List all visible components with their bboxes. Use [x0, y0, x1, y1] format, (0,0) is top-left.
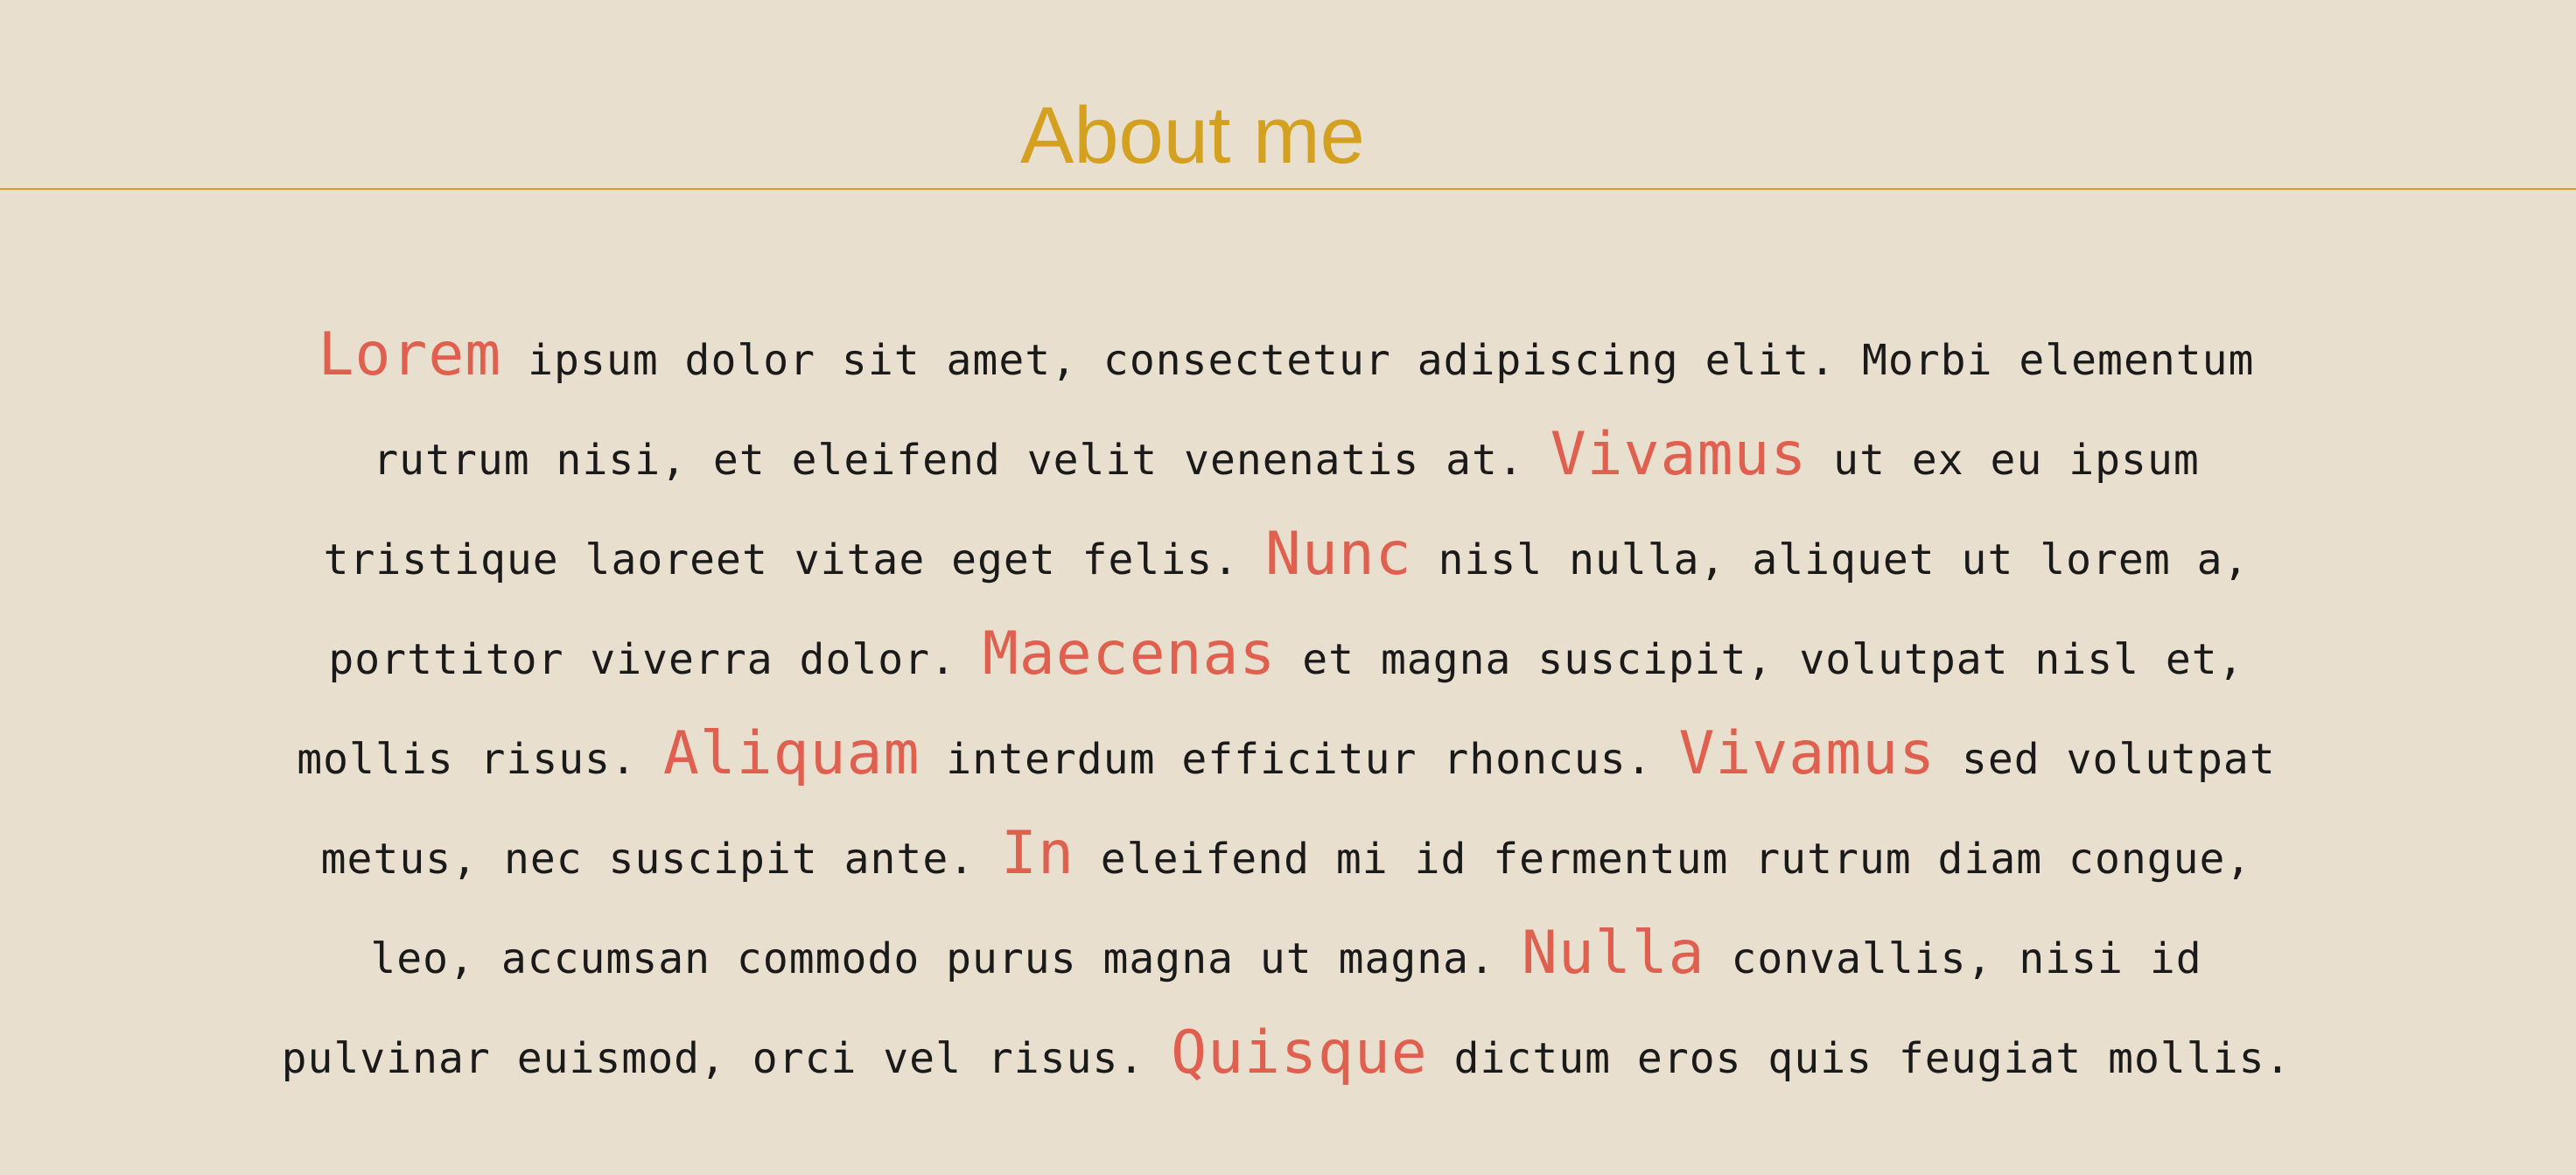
body-text: eleifend mi id fermentum rutrum diam con… [1074, 835, 2252, 884]
page-title: About me [1020, 91, 1365, 180]
body-text: sed volutpat [1936, 735, 2276, 784]
highlight-word: Vivamus [1550, 420, 1808, 489]
body-text: et magna suscipit, volutpat nisl et, [1276, 635, 2244, 684]
body-text: mollis risus. [297, 735, 663, 784]
body-text: dictum eros quis feugiat mollis. [1427, 1034, 2292, 1083]
body-text: porttitor viverra dolor. [328, 635, 983, 684]
body-text: ut ex eu ipsum [1807, 436, 2200, 485]
title-divider [0, 188, 2576, 190]
highlight-word: Nulla [1521, 919, 1705, 988]
body-text: tristique laoreet vitae eget felis. [323, 535, 1265, 584]
highlight-word: Lorem [318, 320, 502, 389]
paragraph-line-7: leo, accumsan commodo purus magna ut mag… [184, 906, 2389, 1006]
highlight-word: Nunc [1264, 520, 1412, 589]
body-text: interdum efficitur rhoncus. [920, 735, 1679, 784]
highlight-word: Aliquam [662, 719, 920, 788]
body-text: metus, nec suscipit ante. [320, 835, 1002, 884]
paragraph-line-2: rutrum nisi, et eleifend velit venenatis… [184, 408, 2389, 507]
paragraph-line-4: porttitor viverra dolor. Maecenas et mag… [184, 607, 2389, 707]
body-text: pulvinar euismod, orci vel risus. [281, 1034, 1172, 1083]
about-page: About me Lorem ipsum dolor sit amet, con… [0, 0, 2576, 1175]
paragraph-line-6: metus, nec suscipit ante. In eleifend mi… [184, 807, 2389, 906]
paragraph-line-3: tristique laoreet vitae eget felis. Nunc… [184, 507, 2389, 607]
paragraph-line-1: Lorem ipsum dolor sit amet, consectetur … [184, 308, 2389, 408]
body-text: nisl nulla, aliquet ut lorem a, [1411, 535, 2250, 584]
about-paragraph: Lorem ipsum dolor sit amet, consectetur … [184, 308, 2389, 1106]
paragraph-line-8: pulvinar euismod, orci vel risus. Quisqu… [184, 1006, 2389, 1106]
body-text: ipsum dolor sit amet, consectetur adipis… [501, 336, 2255, 385]
body-text: convallis, nisi id [1704, 934, 2202, 983]
highlight-word: Maecenas [982, 619, 1277, 689]
highlight-word: Vivamus [1678, 719, 1936, 788]
highlight-word: In [1001, 819, 1074, 888]
highlight-word: Quisque [1171, 1018, 1428, 1088]
body-text: rutrum nisi, et eleifend velit venenatis… [373, 436, 1550, 485]
paragraph-line-5: mollis risus. Aliquam interdum efficitur… [184, 707, 2389, 807]
body-text: leo, accumsan commodo purus magna ut mag… [370, 934, 1522, 983]
